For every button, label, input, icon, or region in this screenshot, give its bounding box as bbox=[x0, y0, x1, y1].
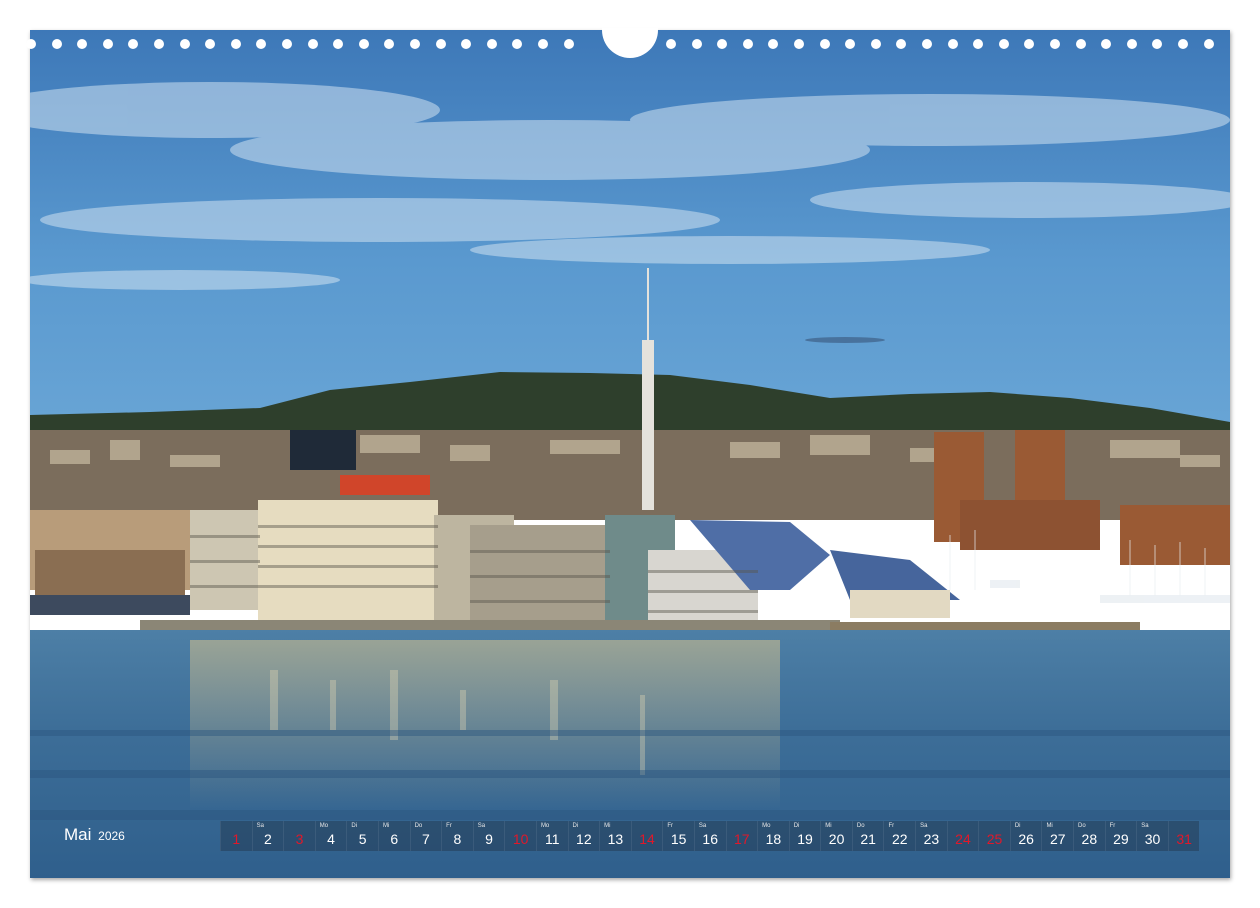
day-number: 31 bbox=[1176, 831, 1192, 847]
day-number: 1 bbox=[232, 831, 241, 847]
day-cell: 25 bbox=[978, 821, 1010, 851]
day-cell: Mi 6 bbox=[377, 821, 410, 851]
weekday-label: Fr bbox=[446, 823, 452, 829]
day-cell: Fr 22 bbox=[883, 821, 916, 851]
day-cell: Di 19 bbox=[788, 821, 821, 851]
weekday-label: Sa bbox=[1141, 823, 1149, 829]
day-number: 6 bbox=[390, 831, 399, 847]
day-cell: 31 bbox=[1167, 821, 1200, 851]
day-cell: 10 bbox=[504, 821, 536, 851]
day-cell: Di 12 bbox=[567, 821, 600, 851]
day-cell: Di 26 bbox=[1009, 821, 1042, 851]
day-number: 20 bbox=[828, 831, 845, 847]
day-number: 16 bbox=[702, 831, 718, 847]
day-cell: Mi 27 bbox=[1041, 821, 1074, 851]
weekday-label: Fr bbox=[888, 823, 895, 829]
day-cell: Mo 18 bbox=[757, 821, 789, 851]
day-number: 26 bbox=[1018, 831, 1034, 847]
weekday-label: Sa bbox=[256, 823, 264, 829]
day-number: 7 bbox=[421, 831, 430, 847]
calendar-page: Mai 2026 1 Sa 2 3 Mo 4 Di 5 Mi 6 Do 7 Fr 8 Sa 9 10 Mo 11 Di… bbox=[0, 0, 1260, 908]
weekday-label: Mo bbox=[319, 823, 329, 829]
weekday-label: Fr bbox=[1109, 823, 1116, 829]
weekday-label: Do bbox=[1078, 823, 1086, 829]
day-cell: Mo 4 bbox=[314, 821, 347, 851]
weekday-label: Mi bbox=[1046, 823, 1053, 829]
day-cell: 3 bbox=[283, 821, 315, 851]
day-cell: Fr 8 bbox=[441, 821, 473, 851]
day-number: 13 bbox=[607, 831, 624, 847]
weekday-label: Mi bbox=[604, 823, 611, 829]
day-cell: Mi 13 bbox=[599, 821, 631, 851]
month-label: Mai 2026 bbox=[64, 825, 125, 845]
weekday-label: Mo bbox=[762, 823, 771, 829]
day-number: 28 bbox=[1081, 831, 1098, 847]
weekday-label: Sa bbox=[698, 823, 707, 829]
month-name: Mai bbox=[64, 825, 92, 844]
day-number: 8 bbox=[453, 831, 462, 847]
day-number: 17 bbox=[734, 831, 750, 847]
oslo-harbour-photo bbox=[30, 30, 1230, 878]
day-cell: Fr 29 bbox=[1104, 821, 1137, 851]
day-cell: Mi 20 bbox=[820, 821, 852, 851]
day-number: 2 bbox=[263, 831, 272, 847]
weekday-label: Fr bbox=[667, 823, 673, 829]
day-number: 19 bbox=[797, 831, 813, 847]
day-number: 9 bbox=[485, 831, 493, 847]
day-number: 14 bbox=[639, 831, 655, 847]
day-number: 21 bbox=[860, 831, 876, 847]
weekday-label: Mo bbox=[540, 823, 550, 829]
day-cell: Sa 30 bbox=[1136, 821, 1168, 851]
day-row: 1 Sa 2 3 Mo 4 Di 5 Mi 6 Do 7 Fr 8 Sa 9 10 Mo 11 Di 12 Mi 13 14 F… bbox=[220, 821, 1200, 851]
year-label: 2026 bbox=[98, 829, 125, 843]
day-cell: Sa 23 bbox=[915, 821, 947, 851]
day-number: 10 bbox=[512, 831, 529, 847]
day-number: 18 bbox=[765, 831, 782, 847]
weekday-label: Do bbox=[856, 823, 865, 829]
day-cell: Sa 16 bbox=[693, 821, 726, 851]
day-cell: Mo 11 bbox=[535, 821, 568, 851]
weekday-label: Di bbox=[572, 823, 579, 829]
day-cell: Do 28 bbox=[1073, 821, 1105, 851]
day-cell: Do 21 bbox=[851, 821, 884, 851]
day-number: 30 bbox=[1144, 831, 1161, 847]
weekday-label: Di bbox=[1014, 823, 1021, 829]
day-cell: 24 bbox=[946, 821, 979, 851]
day-number: 15 bbox=[670, 831, 687, 847]
weekday-label: Mi bbox=[825, 823, 832, 829]
weekday-label: Sa bbox=[920, 823, 928, 829]
day-cell: 1 bbox=[220, 821, 252, 851]
day-number: 3 bbox=[295, 831, 304, 847]
weekday-label: Di bbox=[351, 823, 358, 829]
day-number: 25 bbox=[986, 831, 1003, 847]
day-number: 5 bbox=[358, 831, 367, 847]
day-number: 12 bbox=[576, 831, 592, 847]
weekday-label: Do bbox=[414, 823, 423, 829]
weekday-label: Mi bbox=[382, 823, 390, 829]
day-cell: Sa 9 bbox=[472, 821, 505, 851]
calendar-strip: Mai 2026 1 Sa 2 3 Mo 4 Di 5 Mi 6 Do 7 Fr 8 Sa 9 10 Mo 11 Di… bbox=[30, 818, 1230, 854]
day-cell: Fr 15 bbox=[662, 821, 694, 851]
day-number: 22 bbox=[891, 831, 908, 847]
day-cell: 14 bbox=[630, 821, 663, 851]
day-cell: Di 5 bbox=[346, 821, 378, 851]
day-number: 27 bbox=[1049, 831, 1066, 847]
day-cell: Do 7 bbox=[409, 821, 442, 851]
day-number: 11 bbox=[544, 831, 560, 847]
day-cell: 17 bbox=[725, 821, 758, 851]
day-number: 4 bbox=[327, 831, 335, 847]
day-number: 24 bbox=[955, 831, 971, 847]
weekday-label: Di bbox=[793, 823, 800, 829]
day-number: 29 bbox=[1113, 831, 1129, 847]
day-number: 23 bbox=[923, 831, 940, 847]
weekday-label: Sa bbox=[477, 823, 486, 829]
cityscape-illustration bbox=[30, 30, 1230, 878]
day-cell: Sa 2 bbox=[251, 821, 284, 851]
